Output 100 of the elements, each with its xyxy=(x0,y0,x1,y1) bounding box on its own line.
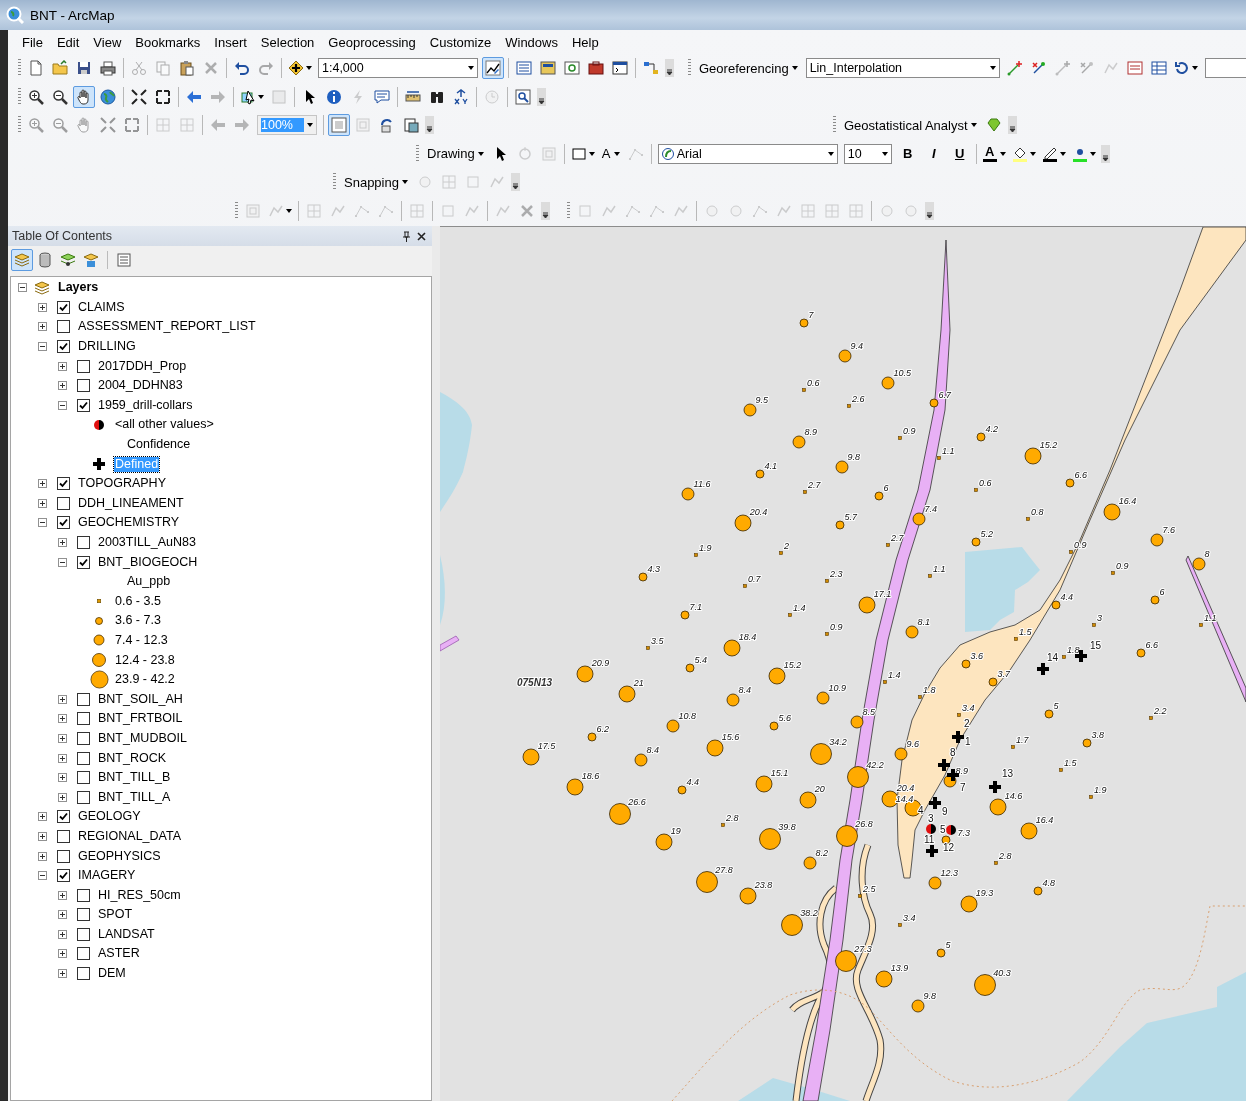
toolbar-menu[interactable]: Geostatistical Analyst xyxy=(839,114,982,137)
value-label: 6.6 xyxy=(1145,639,1158,650)
tree-item[interactable]: DEM xyxy=(97,966,127,982)
tree-item[interactable]: BNT_FRTBOIL xyxy=(97,711,184,727)
tree-item[interactable]: 2004_DDHN83 xyxy=(97,378,184,394)
value-label: 4.8 xyxy=(1042,877,1055,888)
value-label: 2.8 xyxy=(998,851,1012,862)
dropdown-field[interactable]: 1:4,000 xyxy=(318,58,478,79)
value-label: 2.5 xyxy=(862,884,876,895)
value-label: 9.5 xyxy=(755,395,769,406)
menu-item[interactable]: Bookmarks xyxy=(128,32,208,52)
value-label: 9.8 xyxy=(847,452,861,463)
tree-item[interactable]: BNT_SOIL_AH xyxy=(97,691,184,707)
legend-label[interactable]: <all other values> xyxy=(114,417,215,433)
value-label: 26.6 xyxy=(628,796,646,807)
value-label: 8 xyxy=(1204,549,1210,560)
value-label: 5 xyxy=(945,939,951,950)
collar-label: 7 xyxy=(960,782,966,793)
menu-item[interactable]: Customize xyxy=(422,32,499,52)
tree-item[interactable]: BNT_BIOGEOCH xyxy=(97,554,199,570)
legend-label[interactable]: 3.6 - 7.3 xyxy=(114,613,162,629)
legend-label[interactable]: 12.4 - 23.8 xyxy=(114,652,176,668)
menu-item[interactable]: Help xyxy=(564,32,606,52)
value-label: 5 xyxy=(1053,700,1059,711)
value-label: 4.1 xyxy=(764,460,777,471)
tree-item[interactable]: BNT_TILL_B xyxy=(97,770,172,786)
legend-label[interactable]: 0.6 - 3.5 xyxy=(114,593,162,609)
tree-item[interactable]: DDH_LINEAMENT xyxy=(77,495,185,511)
value-label: 3.4 xyxy=(961,703,975,714)
tree-item[interactable]: 2017DDH_Prop xyxy=(97,358,188,374)
value-label: 18.6 xyxy=(581,771,600,782)
tree-item[interactable]: GEOCHEMISTRY xyxy=(77,515,181,531)
value-label: 20.4 xyxy=(749,507,768,518)
format-button[interactable]: A xyxy=(598,142,623,165)
collar-label: 9 xyxy=(942,806,948,817)
menu-item[interactable]: Selection xyxy=(253,32,322,52)
dropdown-field[interactable]: Lin_Interpolation xyxy=(805,58,1000,79)
collar-label: 11 xyxy=(924,834,935,845)
tree-item[interactable]: CLAIMS xyxy=(77,299,126,315)
tree-item[interactable]: REGIONAL_DATA xyxy=(77,828,183,844)
tree-item[interactable]: BNT_TILL_A xyxy=(97,789,172,805)
value-label: 0.6 xyxy=(978,478,992,489)
toolbar-menu[interactable]: Georeferencing xyxy=(694,57,803,80)
tree-item[interactable]: GEOPHYSICS xyxy=(77,848,162,864)
value-label: 0.9 xyxy=(1115,561,1129,572)
value-label: 5.6 xyxy=(778,712,791,723)
format-button[interactable]: A xyxy=(980,142,1008,165)
value-label: 0.8 xyxy=(1030,507,1044,518)
menu-item[interactable]: Edit xyxy=(49,32,87,52)
value-label: 8.5 xyxy=(862,707,876,718)
value-label: 39.8 xyxy=(778,821,796,832)
value-label: 14.6 xyxy=(1004,791,1023,802)
value-label: 42.2 xyxy=(866,759,884,770)
value-label: 6.2 xyxy=(596,723,609,734)
value-label: 3 xyxy=(1096,613,1102,624)
value-label: 9.4 xyxy=(850,341,864,352)
tree-item[interactable]: 2003TILL_AuN83 xyxy=(97,535,197,550)
menu-item[interactable]: File xyxy=(15,32,50,52)
value-label: 0.6 xyxy=(806,378,820,389)
value-label: 1.1 xyxy=(932,564,946,575)
format-button[interactable]: I xyxy=(921,142,946,165)
value-label: 1.1 xyxy=(941,446,955,457)
tree-item[interactable]: BNT_MUDBOIL xyxy=(97,730,188,746)
value-label: 1.8 xyxy=(922,685,936,696)
tree-item[interactable]: TOPOGRAPHY xyxy=(77,476,167,492)
value-label: 7.3 xyxy=(957,827,970,838)
format-button[interactable]: B xyxy=(895,142,920,165)
value-label: 16.4 xyxy=(1118,496,1137,507)
toolbar-menu[interactable]: Snapping xyxy=(339,171,413,194)
legend-label[interactable]: 7.4 - 12.3 xyxy=(114,633,169,648)
value-label: 2.2 xyxy=(1153,706,1167,717)
value-label: 3.6 xyxy=(970,650,983,661)
value-label: 17.1 xyxy=(873,589,892,600)
menu-item[interactable]: Windows xyxy=(498,32,565,52)
tree-item[interactable]: DRILLING xyxy=(77,339,137,355)
value-label: 7.1 xyxy=(689,601,702,612)
toolbar-menu[interactable]: Drawing xyxy=(422,142,489,165)
tree-item[interactable]: HI_RES_50cm xyxy=(97,887,182,903)
tree-item[interactable]: BNT_ROCK xyxy=(97,750,168,766)
format-button[interactable]: U xyxy=(947,142,972,165)
dropdown-field[interactable]: 10 xyxy=(843,143,892,164)
menu-item[interactable]: View xyxy=(86,32,129,52)
tree-item[interactable]: Layers xyxy=(57,280,100,296)
tree-item[interactable]: GEOLOGY xyxy=(77,809,142,825)
legend-heading: Confidence xyxy=(126,437,192,453)
value-label: 10.8 xyxy=(678,711,697,722)
value-label: 0.7 xyxy=(747,574,761,585)
value-label: 1.5 xyxy=(1018,627,1032,638)
menu-item[interactable]: Geoprocessing xyxy=(321,32,423,52)
dropdown-field[interactable]: Arial xyxy=(657,143,838,164)
tree-item[interactable]: ASTER xyxy=(97,946,141,962)
menu-item[interactable]: Insert xyxy=(207,32,254,52)
legend-label[interactable]: 23.9 - 42.2 xyxy=(114,672,176,688)
tree-item[interactable]: 1959_drill-collars xyxy=(97,397,194,413)
panel-title: Table Of Contents xyxy=(12,229,114,243)
value-label: 19 xyxy=(670,826,681,837)
tree-item[interactable]: ASSESSMENT_REPORT_LIST xyxy=(77,319,257,335)
tree-item[interactable]: IMAGERY xyxy=(77,868,137,884)
tree-item[interactable]: SPOT xyxy=(97,907,134,923)
tree-item[interactable]: LANDSAT xyxy=(97,926,156,942)
